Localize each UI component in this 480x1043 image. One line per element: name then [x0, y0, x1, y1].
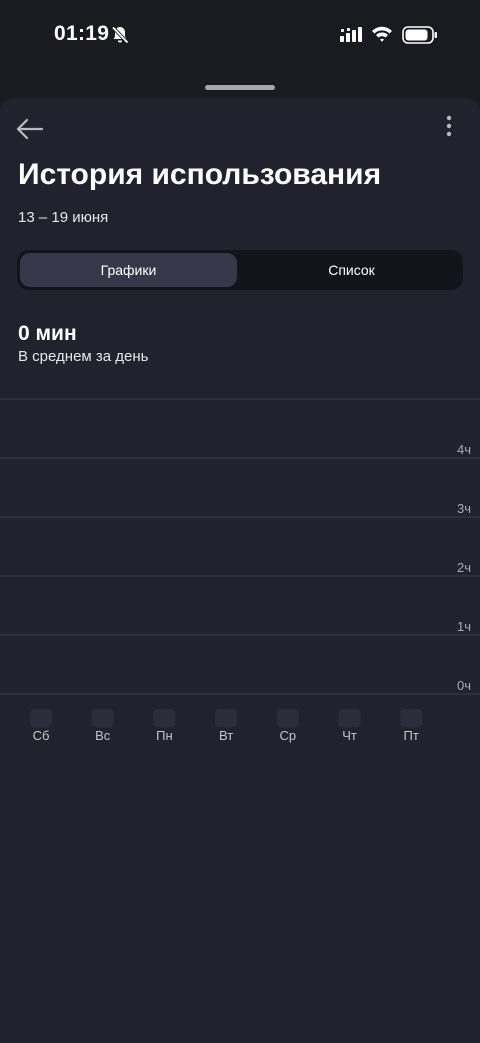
sheet-grabber[interactable] [205, 85, 275, 90]
bar-placeholder [153, 709, 176, 727]
y-tick-label: 1ч [457, 619, 471, 634]
x-tick-label: Вт [219, 728, 233, 743]
x-tick-label: Пн [156, 728, 173, 743]
average-label: В среднем за день [18, 348, 149, 365]
page-title: История использования [18, 158, 382, 191]
arrow-left-icon [16, 118, 44, 140]
status-bar: 01:19 [0, 0, 480, 70]
x-tick-label: Пт [404, 728, 419, 743]
back-button[interactable] [14, 115, 46, 143]
battery-icon [402, 26, 438, 44]
y-tick-label: 4ч [457, 442, 471, 457]
bar-placeholder [91, 709, 114, 727]
x-tick-label: Вс [95, 728, 111, 743]
usage-chart: 0ч 1ч 2ч 3ч 4ч Сб Вс Пн Вт Ср Чт Пт [0, 398, 480, 743]
tab-graphs[interactable]: Графики [20, 253, 237, 287]
usage-history-sheet: История использования 13 – 19 июня Графи… [0, 98, 480, 1043]
x-tick-label: Ср [279, 728, 296, 743]
y-tick-label: 3ч [457, 501, 471, 516]
bar-placeholder [338, 709, 361, 727]
wifi-icon [371, 25, 393, 43]
signal-icon [340, 27, 362, 43]
y-tick-label: 2ч [457, 560, 471, 575]
bar-placeholder [215, 709, 238, 727]
x-tick-label: Сб [33, 728, 50, 743]
bar-placeholder [400, 709, 423, 727]
bar-placeholder [30, 709, 52, 727]
date-range: 13 – 19 июня [18, 209, 109, 226]
y-tick-label: 0ч [457, 678, 471, 693]
more-options-button[interactable] [440, 114, 458, 140]
bar-placeholder [276, 709, 299, 727]
bell-slash-icon [110, 25, 130, 45]
more-vertical-icon [446, 115, 452, 137]
view-switch: Графики Список [17, 250, 463, 290]
status-time: 01:19 [54, 22, 110, 45]
tab-list[interactable]: Список [243, 253, 460, 287]
average-value: 0 мин [18, 322, 77, 345]
x-tick-label: Чт [342, 728, 357, 743]
